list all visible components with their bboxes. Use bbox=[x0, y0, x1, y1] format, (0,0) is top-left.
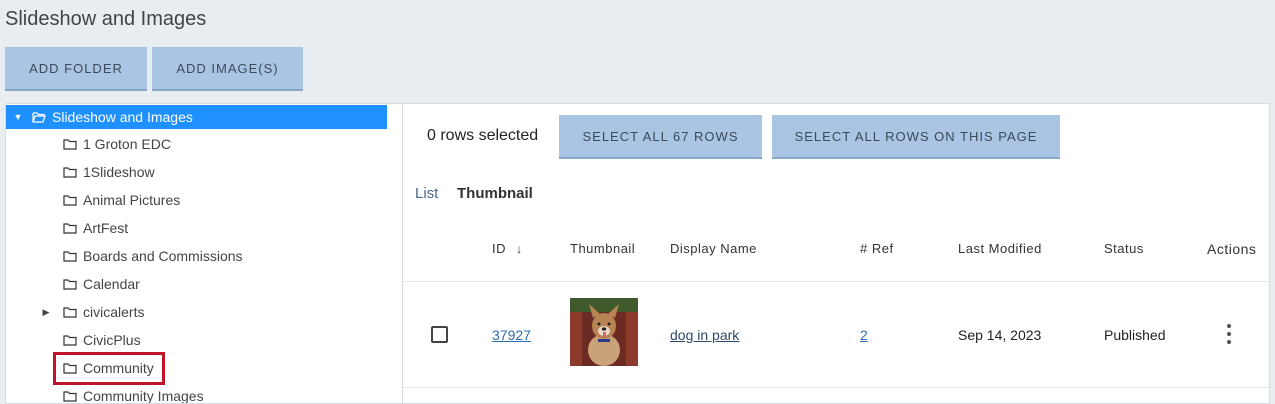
tree-item-label: Animal Pictures bbox=[83, 192, 181, 208]
folder-icon bbox=[63, 138, 77, 150]
tree-item-label: 1 Groton EDC bbox=[83, 136, 171, 152]
dog-thumbnail-image[interactable] bbox=[570, 298, 638, 366]
tree-item[interactable]: CivicPlus bbox=[40, 328, 141, 352]
row-ref-link[interactable]: 2 bbox=[860, 327, 868, 343]
row-last-modified: Sep 14, 2023 bbox=[958, 327, 1042, 343]
folder-icon bbox=[63, 194, 77, 206]
folder-open-icon bbox=[32, 111, 46, 123]
tree-item[interactable]: Calendar bbox=[40, 272, 140, 296]
tree-item[interactable]: Boards and Commissions bbox=[40, 244, 243, 268]
folder-tree: ▼ Slideshow and Images 1 Groton EDC 1Sli… bbox=[5, 103, 402, 404]
column-header-id[interactable]: ID ↓ bbox=[492, 241, 523, 256]
tree-item[interactable]: 1Slideshow bbox=[40, 160, 155, 184]
tree-item[interactable]: 1 Groton EDC bbox=[40, 132, 171, 156]
tree-root-item[interactable]: ▼ Slideshow and Images bbox=[6, 105, 387, 129]
add-folder-button[interactable]: ADD FOLDER bbox=[5, 47, 147, 91]
page-title: Slideshow and Images bbox=[5, 8, 207, 30]
folder-icon bbox=[63, 334, 77, 346]
tree-item-label: Community Images bbox=[83, 388, 204, 404]
column-header-actions: Actions bbox=[1207, 241, 1257, 257]
tab-list[interactable]: List bbox=[415, 185, 438, 202]
folder-icon bbox=[63, 222, 77, 234]
tree-item-label: 1Slideshow bbox=[83, 164, 155, 180]
tree-item[interactable]: ▶ civicalerts bbox=[40, 300, 145, 324]
header-divider bbox=[403, 281, 1269, 282]
select-all-rows-button[interactable]: SELECT ALL 67 ROWS bbox=[559, 115, 762, 159]
caret-down-icon[interactable]: ▼ bbox=[12, 112, 24, 122]
row-id-link[interactable]: 37927 bbox=[492, 327, 531, 343]
column-header-ref[interactable]: # Ref bbox=[860, 241, 894, 256]
folder-icon bbox=[63, 278, 77, 290]
column-id-label: ID bbox=[492, 241, 506, 256]
caret-right-icon[interactable]: ▶ bbox=[40, 307, 52, 318]
arrow-down-icon: ↓ bbox=[516, 242, 523, 256]
more-actions-icon[interactable] bbox=[1226, 324, 1232, 344]
tree-item[interactable]: Community Images bbox=[40, 384, 204, 404]
select-page-rows-button[interactable]: SELECT ALL ROWS ON THIS PAGE bbox=[772, 115, 1060, 159]
row-select-checkbox[interactable] bbox=[431, 326, 448, 343]
tree-item-label: ArtFest bbox=[83, 220, 129, 236]
column-header-last-modified[interactable]: Last Modified bbox=[958, 241, 1042, 256]
tree-item-label: Boards and Commissions bbox=[83, 248, 243, 264]
tree-item-label: CivicPlus bbox=[83, 332, 141, 348]
column-header-thumbnail: Thumbnail bbox=[570, 241, 636, 256]
tab-thumbnail[interactable]: Thumbnail bbox=[457, 185, 533, 202]
tree-item-label: Calendar bbox=[83, 276, 140, 292]
tree-root-label: Slideshow and Images bbox=[52, 109, 193, 125]
tree-item-label: civicalerts bbox=[83, 304, 145, 320]
tree-item[interactable]: ArtFest bbox=[40, 216, 128, 240]
folder-icon bbox=[63, 390, 77, 402]
rows-selected-count: 0 rows selected bbox=[427, 127, 539, 144]
add-images-button[interactable]: ADD IMAGE(S) bbox=[152, 47, 303, 91]
folder-icon bbox=[63, 166, 77, 178]
column-header-display-name[interactable]: Display Name bbox=[670, 241, 757, 256]
row-display-name-link[interactable]: dog in park bbox=[670, 327, 739, 343]
column-header-status[interactable]: Status bbox=[1104, 241, 1144, 256]
row-status: Published bbox=[1104, 327, 1166, 343]
folder-icon bbox=[63, 306, 77, 318]
image-grid-panel: 0 rows selected SELECT ALL 67 ROWS SELEC… bbox=[402, 103, 1270, 404]
highlight-annotation bbox=[53, 352, 165, 385]
folder-icon bbox=[63, 250, 77, 262]
tree-item[interactable]: Animal Pictures bbox=[40, 188, 180, 212]
row-divider bbox=[403, 387, 1269, 388]
